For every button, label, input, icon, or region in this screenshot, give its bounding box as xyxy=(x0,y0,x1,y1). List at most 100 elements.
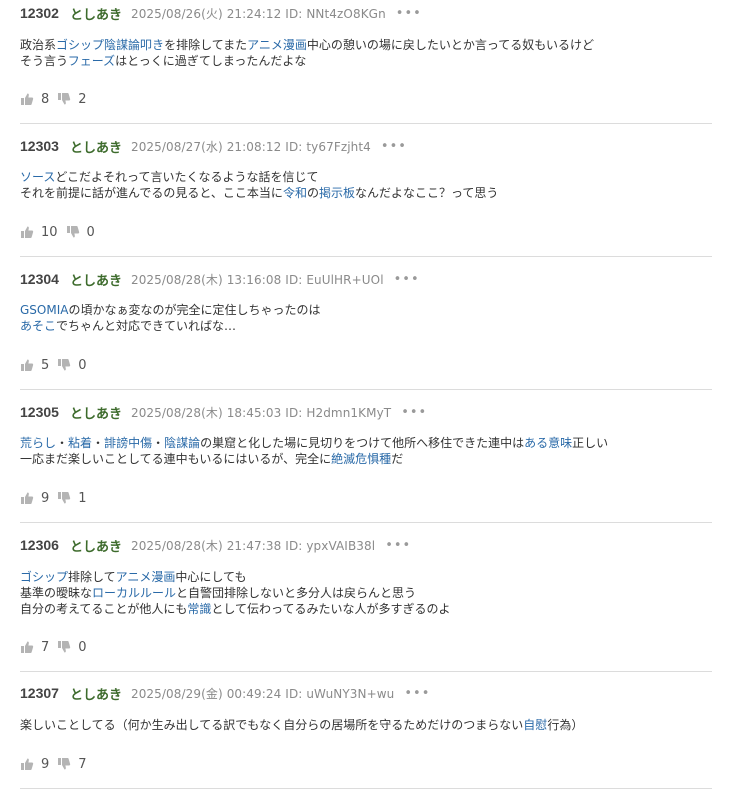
post-date-id: 2025/08/28(木) 13:16:08 ID: EuUlHR+UOl xyxy=(130,272,384,287)
post-date-id: 2025/08/26(火) 21:24:12 ID: NNt4zO8KGn xyxy=(130,6,386,21)
more-options-icon[interactable]: ••• xyxy=(396,6,422,21)
keyword-link[interactable]: 陰謀論 xyxy=(104,38,140,52)
thumbs-down-icon xyxy=(57,491,71,505)
body-text: ・ xyxy=(152,436,165,450)
body-text: そう言う xyxy=(20,54,68,68)
vote-bar: 70 xyxy=(20,638,87,656)
body-text: だ xyxy=(391,452,404,466)
more-options-icon[interactable]: ••• xyxy=(394,272,420,287)
post-header: 12305 としあき 2025/08/28(木) 18:45:03 ID: H2dm… xyxy=(20,403,427,422)
post-author: としあき xyxy=(69,273,122,289)
post-body-line: 荒らし・粘着・誹謗中傷・陰謀論の巣窟と化した場に見切りをつけて他所へ移住できた連… xyxy=(20,435,608,451)
like-button[interactable]: 7 xyxy=(20,640,49,655)
post-number[interactable]: 12306 xyxy=(20,537,59,553)
body-text: 楽しいことしてる（何か生み出してる訳でもなく自分らの居場所を守るためだけのつまら… xyxy=(20,718,524,732)
keyword-link[interactable]: GSOMIA xyxy=(20,303,68,317)
keyword-link[interactable]: 誹謗中傷 xyxy=(104,436,152,450)
post-author: としあき xyxy=(69,687,122,703)
dislike-count: 0 xyxy=(78,639,87,655)
post-number[interactable]: 12302 xyxy=(20,5,59,21)
vote-bar: 91 xyxy=(20,489,87,507)
post-body: 政治系ゴシップ陰謀論叩きを排除してまたアニメ漫画中心の憩いの場に戻したいとか言っ… xyxy=(20,37,594,69)
keyword-link[interactable]: ある意味 xyxy=(524,436,572,450)
body-text: 基準の曖昧な xyxy=(20,586,93,600)
body-text: の xyxy=(306,186,319,200)
body-text: なんだよなここ？って思う xyxy=(354,186,499,200)
keyword-link[interactable]: ゴシップ xyxy=(56,38,104,52)
post-header: 12304 としあき 2025/08/28(木) 13:16:08 ID: EuUl… xyxy=(20,270,420,289)
post-body-line: 一応まだ楽しいことしてる連中もいるにはいるが、完全に絶滅危惧種だ xyxy=(20,451,608,467)
thumbs-down-icon xyxy=(57,757,71,771)
keyword-link[interactable]: 自慰 xyxy=(523,718,547,732)
body-text: 政治系 xyxy=(20,38,57,52)
body-text: として伝わってるみたいな人が多すぎるのよ xyxy=(211,602,451,616)
post-number[interactable]: 12303 xyxy=(20,138,59,154)
more-options-icon[interactable]: ••• xyxy=(385,538,411,553)
dislike-button[interactable]: 2 xyxy=(57,91,87,107)
thumbs-up-icon xyxy=(20,358,34,372)
dislike-count: 2 xyxy=(78,91,87,107)
thumbs-down-icon xyxy=(57,358,71,372)
post-body: ソースどこだよそれって言いたくなるような話を信じて それを前提に話が進んでるの見る… xyxy=(20,169,498,201)
body-text: 排除して xyxy=(68,570,116,584)
like-button[interactable]: 9 xyxy=(20,491,49,506)
keyword-link[interactable]: 粘着 xyxy=(68,436,92,450)
post-body-line: それを前提に話が進んでるの見ると、ここ本当に令和の掲示板なんだよなここ？って思う xyxy=(20,185,498,201)
keyword-link[interactable]: 常識 xyxy=(187,602,211,616)
like-count: 8 xyxy=(41,91,50,107)
dislike-button[interactable]: 1 xyxy=(57,490,87,506)
keyword-link[interactable]: アニメ漫画 xyxy=(116,570,176,584)
post-number[interactable]: 12304 xyxy=(20,271,59,287)
post-body: 荒らし・粘着・誹謗中傷・陰謀論の巣窟と化した場に見切りをつけて他所へ移住できた連… xyxy=(20,435,608,467)
body-text: 正しい xyxy=(572,436,609,450)
post-date-id: 2025/08/28(木) 21:47:38 ID: ypxVAIB38l xyxy=(130,538,376,553)
body-text: はとっくに過ぎてしまったんだよな xyxy=(115,54,307,68)
keyword-link[interactable]: アニメ漫画 xyxy=(247,38,307,52)
keyword-link[interactable]: 絶滅危惧種 xyxy=(331,452,391,466)
post-body: GSOMIAの頃かなぁ変なのが完全に定住しちゃったのは あそこでちゃんと対応できて… xyxy=(20,302,320,334)
body-text: を排除してまた xyxy=(164,38,248,52)
dislike-button[interactable]: 7 xyxy=(57,757,87,772)
keyword-link[interactable]: 令和 xyxy=(283,186,307,200)
body-text: 自分の考えてることが他人にも xyxy=(20,602,188,616)
like-button[interactable]: 10 xyxy=(20,225,58,240)
keyword-link[interactable]: フェーズ xyxy=(68,54,115,68)
dislike-count: 1 xyxy=(78,490,87,506)
dislike-button[interactable]: 0 xyxy=(57,357,87,373)
post-author: としあき xyxy=(69,140,122,156)
post-body-line: 政治系ゴシップ陰謀論叩きを排除してまたアニメ漫画中心の憩いの場に戻したいとか言っ… xyxy=(20,37,594,53)
keyword-link[interactable]: ローカルルール xyxy=(92,586,176,600)
thumbs-down-icon xyxy=(57,92,71,106)
keyword-link[interactable]: ゴシップ xyxy=(20,570,68,584)
body-text: の頃かなぁ変なのが完全に定住しちゃったのは xyxy=(68,303,321,317)
post-header: 12302 としあき 2025/08/26(火) 21:24:12 ID: NNt4… xyxy=(20,4,422,23)
post-body-line: GSOMIAの頃かなぁ変なのが完全に定住しちゃったのは xyxy=(20,302,320,318)
post-body-line: 楽しいことしてる（何か生み出してる訳でもなく自分らの居場所を守るためだけのつまら… xyxy=(20,717,583,733)
keyword-link[interactable]: あそこ xyxy=(20,319,56,333)
thumbs-up-icon xyxy=(20,92,34,106)
like-button[interactable]: 5 xyxy=(20,358,49,373)
dislike-button[interactable]: 0 xyxy=(66,225,95,240)
like-button[interactable]: 9 xyxy=(20,757,49,772)
post-body-line: ソースどこだよそれって言いたくなるような話を信じて xyxy=(20,169,498,185)
dislike-button[interactable]: 0 xyxy=(57,639,87,655)
like-count: 9 xyxy=(41,490,50,506)
post-date-id: 2025/08/29(金) 00:49:24 ID: uWuNY3N+wu xyxy=(130,686,395,701)
dislike-count: 0 xyxy=(78,357,87,373)
more-options-icon[interactable]: ••• xyxy=(381,139,407,154)
keyword-link[interactable]: 陰謀論 xyxy=(164,436,200,450)
keyword-link[interactable]: 掲示板 xyxy=(319,186,355,200)
like-button[interactable]: 8 xyxy=(20,92,49,107)
post-header: 12303 としあき 2025/08/27(水) 21:08:12 ID: ty67… xyxy=(20,137,407,156)
keyword-link[interactable]: 荒らし xyxy=(20,436,56,450)
post-number[interactable]: 12305 xyxy=(20,404,59,420)
keyword-link[interactable]: 叩き xyxy=(140,38,164,52)
body-text: 一応まだ楽しいことしてる連中もいるにはいるが、完全に xyxy=(20,452,332,466)
post-number[interactable]: 12307 xyxy=(20,685,59,701)
body-text: ・ xyxy=(56,436,69,450)
body-text: でちゃんと対応できていればな… xyxy=(56,319,237,333)
more-options-icon[interactable]: ••• xyxy=(404,686,430,701)
more-options-icon[interactable]: ••• xyxy=(401,405,427,420)
thumbs-up-icon xyxy=(20,757,34,771)
keyword-link[interactable]: ソース xyxy=(20,170,55,184)
